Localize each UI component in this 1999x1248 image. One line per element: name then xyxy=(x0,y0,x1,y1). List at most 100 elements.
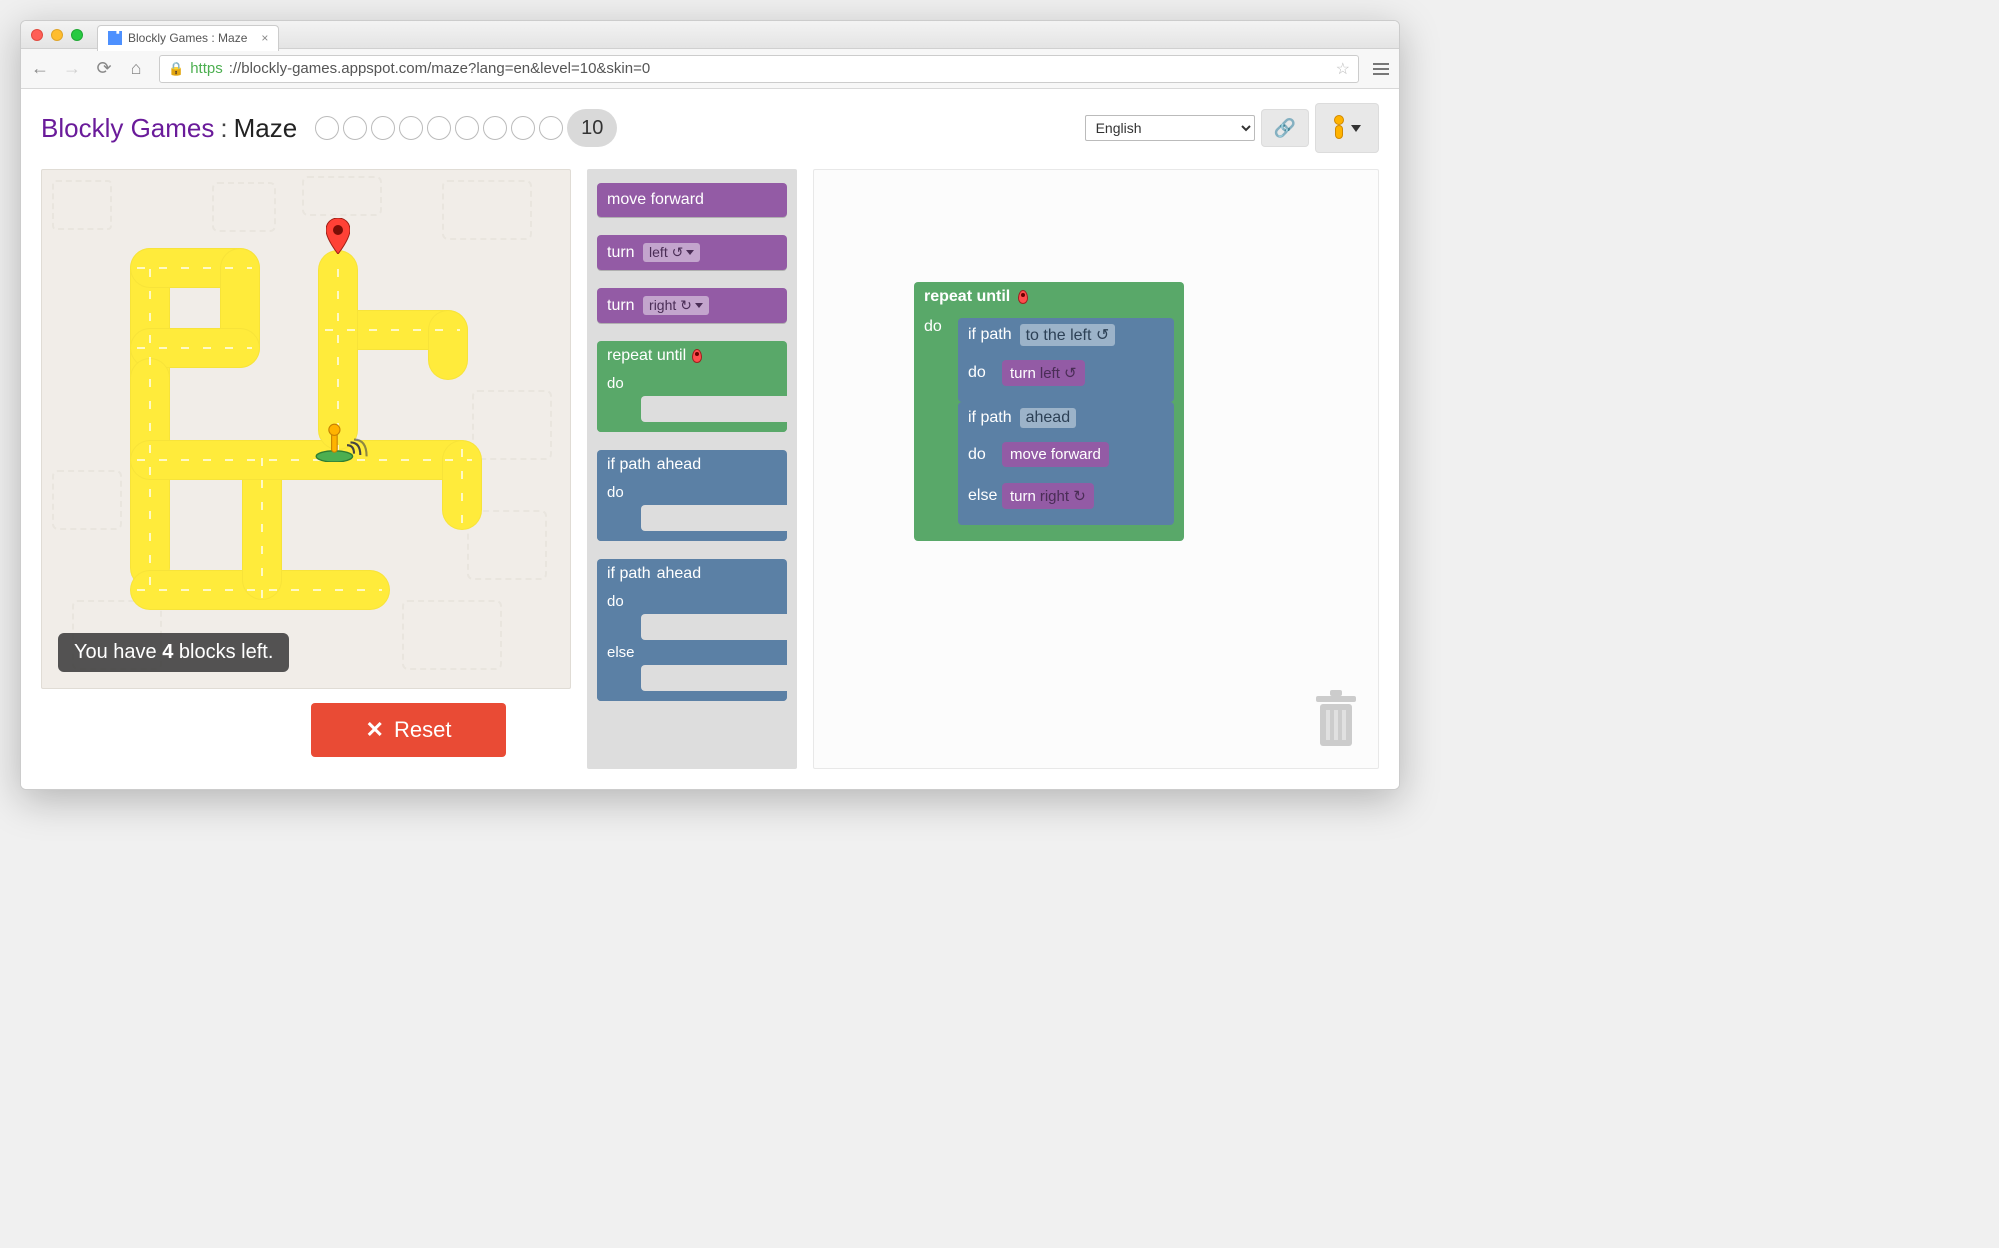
block-label: repeat until xyxy=(924,288,1010,306)
pegman-sprite xyxy=(312,420,368,476)
block-arm-label: else xyxy=(607,644,635,661)
block-label: if path xyxy=(968,326,1012,344)
reload-icon[interactable]: ⟳ xyxy=(95,58,113,79)
level-dot-10[interactable]: 10 xyxy=(567,109,617,147)
level-dot-3[interactable] xyxy=(371,116,395,140)
home-icon[interactable]: ⌂ xyxy=(127,58,145,79)
browser-tab[interactable]: Blockly Games : Maze × xyxy=(97,25,279,51)
url-path: ://blockly-games.appspot.com/maze?lang=e… xyxy=(229,60,651,77)
block-label: turn xyxy=(607,297,635,314)
link-button[interactable]: 🔗 xyxy=(1261,109,1309,147)
ws-block-turn-right[interactable]: turn right ↻ xyxy=(1002,483,1094,509)
block-label: move forward xyxy=(1010,446,1101,463)
block-toolbox: move forward turn left ↺ turn right ↻ re… xyxy=(587,169,797,769)
block-label: if path xyxy=(607,565,651,583)
level-dot-9[interactable] xyxy=(539,116,563,140)
block-label: turn xyxy=(607,244,635,261)
language-select[interactable]: English xyxy=(1085,115,1255,141)
content: You have 4 blocks left. ✕ Reset move for… xyxy=(41,169,1379,769)
block-arm-label: do xyxy=(607,593,624,610)
level-dot-1[interactable] xyxy=(315,116,339,140)
dropdown[interactable]: ahead xyxy=(1020,408,1077,428)
ws-block-repeat-until[interactable]: repeat until do if path to the left ↺ do xyxy=(914,282,1184,541)
forward-icon: → xyxy=(63,58,81,79)
titlebar: Blockly Games : Maze × xyxy=(21,21,1399,49)
dropdown[interactable]: ahead xyxy=(657,565,702,583)
pegman-icon xyxy=(1333,115,1345,141)
chevron-down-icon xyxy=(686,250,694,255)
browser-toolbar: ← → ⟳ ⌂ 🔒 https ://blockly-games.appspot.… xyxy=(21,49,1399,89)
level-dot-8[interactable] xyxy=(511,116,535,140)
ws-block-turn-left[interactable]: turn left ↺ xyxy=(1002,360,1085,386)
reset-x-icon: ✕ xyxy=(366,717,384,743)
block-label: repeat until xyxy=(607,347,686,365)
capacity-bubble: You have 4 blocks left. xyxy=(58,633,289,672)
block-arm-label: do xyxy=(968,364,994,382)
dropdown[interactable]: right ↻ xyxy=(643,296,709,315)
block-label: if path xyxy=(968,409,1012,427)
maze-column: You have 4 blocks left. ✕ Reset xyxy=(41,169,571,769)
block-arm-label: else xyxy=(968,487,994,505)
page-header: Blockly Games : Maze 10 English 🔗 xyxy=(41,103,1379,153)
dropdown[interactable]: left ↺ xyxy=(643,243,700,262)
capacity-count: 4 xyxy=(162,641,173,663)
back-icon[interactable]: ← xyxy=(31,58,49,79)
page: Blockly Games : Maze 10 English 🔗 xyxy=(21,89,1399,789)
ws-block-move-forward[interactable]: move forward xyxy=(1002,442,1109,467)
window-controls xyxy=(31,29,83,41)
block-label: if path xyxy=(607,456,651,474)
lock-icon: 🔒 xyxy=(168,61,184,77)
bookmark-icon[interactable]: ☆ xyxy=(1336,59,1350,79)
url-bar[interactable]: 🔒 https ://blockly-games.appspot.com/maze… xyxy=(159,55,1359,83)
toolbox-block-turn-right[interactable]: turn right ↻ xyxy=(597,288,787,323)
zoom-icon[interactable] xyxy=(71,29,83,41)
ws-block-if-path-left[interactable]: if path to the left ↺ do turn left ↺ xyxy=(958,318,1174,402)
dropdown[interactable]: ahead xyxy=(657,456,702,474)
capacity-post: blocks left. xyxy=(173,641,273,663)
game-name: Maze xyxy=(234,113,298,144)
trash-icon[interactable] xyxy=(1312,690,1360,750)
block-arm-label: do xyxy=(924,318,950,336)
workspace[interactable]: repeat until do if path to the left ↺ do xyxy=(813,169,1379,769)
url-scheme: https xyxy=(190,60,223,77)
block-label: turn xyxy=(1010,488,1036,505)
block-arm-label: do xyxy=(607,484,624,501)
link-icon: 🔗 xyxy=(1274,118,1296,139)
toolbox-block-move-forward[interactable]: move forward xyxy=(597,183,787,217)
toolbox-block-turn-left[interactable]: turn left ↺ xyxy=(597,235,787,270)
minimize-icon[interactable] xyxy=(51,29,63,41)
block-arm-label: do xyxy=(968,446,994,464)
close-icon[interactable] xyxy=(31,29,43,41)
toolbox-block-if-else[interactable]: if path ahead do else xyxy=(597,559,787,701)
current-level-label: 10 xyxy=(581,117,603,140)
browser-window: Blockly Games : Maze × ← → ⟳ ⌂ 🔒 https :/… xyxy=(20,20,1400,790)
block-arm-label: do xyxy=(607,375,624,392)
level-dot-4[interactable] xyxy=(399,116,423,140)
level-dot-6[interactable] xyxy=(455,116,479,140)
target-marker-mini-icon xyxy=(692,349,702,363)
level-dot-5[interactable] xyxy=(427,116,451,140)
dropdown[interactable]: to the left ↺ xyxy=(1020,324,1116,346)
level-dot-2[interactable] xyxy=(343,116,367,140)
chevron-down-icon xyxy=(695,303,703,308)
block-label: move forward xyxy=(607,191,704,208)
level-dot-7[interactable] xyxy=(483,116,507,140)
browser-menu-icon[interactable] xyxy=(1373,63,1389,75)
level-selector: 10 xyxy=(315,109,617,147)
title-separator: : xyxy=(220,113,227,144)
toolbox-block-if-path[interactable]: if path ahead do xyxy=(597,450,787,541)
pegman-menu-button[interactable] xyxy=(1315,103,1379,153)
reset-button[interactable]: ✕ Reset xyxy=(311,703,506,757)
block-label: turn xyxy=(1010,365,1036,382)
ws-block-if-else-ahead[interactable]: if path ahead do move forward else xyxy=(958,402,1174,525)
maze-visualization: You have 4 blocks left. xyxy=(41,169,571,689)
dropdown[interactable]: right ↻ xyxy=(1040,487,1086,505)
reset-label: Reset xyxy=(394,717,451,743)
dropdown[interactable]: left ↺ xyxy=(1040,364,1077,382)
tab-title: Blockly Games : Maze xyxy=(128,31,247,45)
capacity-pre: You have xyxy=(74,641,162,663)
tab-close-icon[interactable]: × xyxy=(261,31,268,45)
target-marker-icon xyxy=(326,218,350,254)
toolbox-block-repeat-until[interactable]: repeat until do xyxy=(597,341,787,432)
brand-link[interactable]: Blockly Games xyxy=(41,113,214,144)
